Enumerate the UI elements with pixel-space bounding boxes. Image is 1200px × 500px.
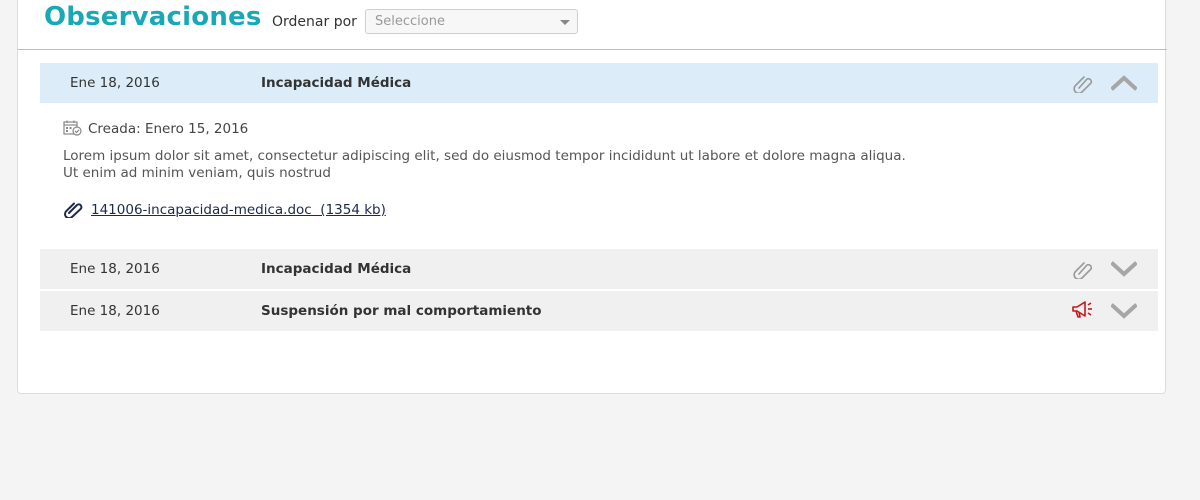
caret-down-icon <box>560 20 570 25</box>
created-date: Creada: Enero 15, 2016 <box>63 120 248 140</box>
panel-header: Observaciones Ordenar por Seleccione <box>18 0 1167 50</box>
sort-select-value: Seleccione <box>375 14 445 29</box>
observation-body-line: Lorem ipsum dolor sit amet, consectetur … <box>63 148 906 164</box>
page-title: Observaciones <box>44 2 262 32</box>
attachment: 141006-incapacidad-medica.doc (1354 kb) <box>63 200 386 222</box>
paperclip-icon[interactable] <box>1072 259 1094 283</box>
observation-body-line: Ut enim ad minim veniam, quis nostrud <box>63 165 331 181</box>
observation-title: Suspensión por mal comportamiento <box>261 303 542 319</box>
observation-date: Ene 18, 2016 <box>70 261 160 277</box>
megaphone-icon[interactable] <box>1071 300 1095 324</box>
observation-row[interactable]: Ene 18, 2016 Suspensión por mal comporta… <box>40 291 1158 331</box>
attachment-link[interactable]: 141006-incapacidad-medica.doc (1354 kb) <box>91 202 386 218</box>
chevron-down-icon[interactable] <box>1110 261 1138 281</box>
paperclip-icon[interactable] <box>1072 73 1094 97</box>
observation-title: Incapacidad Médica <box>261 261 412 277</box>
sort-select[interactable]: Seleccione <box>365 9 578 34</box>
observation-date: Ene 18, 2016 <box>70 75 160 91</box>
observation-date: Ene 18, 2016 <box>70 303 160 319</box>
observation-row[interactable]: Ene 18, 2016 Incapacidad Médica <box>40 249 1158 289</box>
created-text: Creada: Enero 15, 2016 <box>88 121 249 137</box>
observation-row[interactable]: Ene 18, 2016 Incapacidad Médica <box>40 63 1158 103</box>
chevron-down-icon[interactable] <box>1110 303 1138 323</box>
observation-title: Incapacidad Médica <box>261 75 412 91</box>
paperclip-icon <box>63 200 83 222</box>
calendar-check-icon <box>63 120 82 140</box>
observation-body: Lorem ipsum dolor sit amet, consectetur … <box>63 148 963 182</box>
observations-panel: Observaciones Ordenar por Seleccione Ene… <box>17 0 1167 394</box>
sort-label: Ordenar por <box>272 14 357 30</box>
chevron-up-icon[interactable] <box>1110 75 1138 95</box>
